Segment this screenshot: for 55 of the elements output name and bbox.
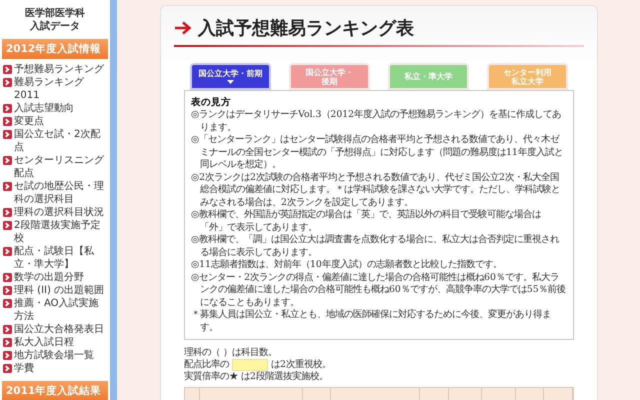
arrow-icon [3, 273, 12, 282]
arrow-icon [3, 338, 12, 347]
arrow-icon [3, 130, 12, 139]
arrow-icon [3, 325, 12, 334]
triangle-icon [227, 80, 234, 84]
arrow-icon [3, 286, 12, 295]
sidebar-link[interactable]: センターリスニング配点 [0, 154, 110, 180]
arrow-icon [174, 21, 192, 35]
sidebar-link[interactable]: 難易ランキング2011 [0, 76, 110, 102]
arrow-icon [3, 65, 12, 74]
sidebar-link[interactable]: セ試の地歴公民・理科の選択科目 [0, 180, 110, 206]
legend-text: 実質倍率の★ は2段階選抜実施校。 [184, 371, 328, 383]
sidebar-link[interactable]: 理科 (II) の出題範囲 [0, 284, 110, 297]
note-text: ◎教科欄で、外国語が英語指定の場合は「英」で、英語以外の科目で受験可能な場合は「外」で表示してあります。 [191, 209, 542, 234]
sidebar-link[interactable]: 推薦・AO入試実施方法 [0, 297, 110, 323]
arrow-icon [3, 299, 12, 308]
section-header: 2011年度入試結果 [2, 381, 108, 400]
sidebar-heading: 入試データ [29, 20, 81, 33]
note-text: ＊募集人員は国公立・私立とも、地域の医師確保に対応するために今後、変更があり得ます。 [191, 309, 552, 334]
sidebar-link[interactable]: 地方試験会場一覧 [0, 349, 110, 362]
sidebar-link[interactable]: 入試志望動向 [0, 102, 110, 115]
page-title: 入試予想難易ランキング表 [198, 17, 414, 40]
note-text: ◎「センターランク」はセンター試験得点の合格者平均と予想される数値であり、代々木ゼミナールの全国センター模試の「予想得点」に対応します（問題の難易度は11年度入試と同レベルを想定）。 [191, 134, 564, 172]
arrow-icon [3, 117, 12, 126]
legend-text: 理科の（ ）は科目数。 [184, 347, 277, 359]
tab[interactable]: 国公立大学・前期 [190, 63, 271, 90]
sidebar-link[interactable]: 学費 [0, 362, 110, 375]
legend-text: 配点比率の [184, 359, 229, 371]
arrow-icon [3, 182, 12, 191]
note-text: ◎11志願者指数は、対前年（10年度入試）の志願者数と比較した指数です。 [191, 259, 503, 272]
note-text: ◎ランクはデータリサーチVol.3（2012年度入試の予想難易ランキング）を基に作成してあります。 [191, 109, 562, 134]
notes-title: 表の見方 [191, 96, 232, 109]
sidebar-link[interactable]: 予想難易ランキング [0, 63, 110, 76]
sidebar-link[interactable]: 私大入試日程 [0, 336, 110, 349]
note-text: ◎教科欄で、「調」は国公立大は調査書を点数化する場合に、私立大は合否判定に重視される場合に表示してあります。 [191, 234, 560, 259]
legend-text: は2次重視校。 [271, 359, 331, 371]
arrow-icon [3, 156, 12, 165]
section-header: 2012年度入試情報 [2, 39, 108, 59]
sidebar-link[interactable]: 配点・試験日【私立・準大学】 [0, 245, 110, 271]
arrow-icon [3, 104, 12, 113]
arrow-icon [3, 221, 12, 230]
sidebar-heading: 医学部医学科 [24, 7, 86, 20]
sidebar-link[interactable]: 国公立大合格発表日 [0, 323, 110, 336]
sidebar-link[interactable]: 変更点 [0, 115, 110, 128]
arrow-icon [3, 78, 12, 87]
sidebar-link[interactable]: 数学の出題分野 [0, 271, 110, 284]
arrow-icon [3, 364, 12, 373]
arrow-icon [3, 247, 12, 256]
note-text: ◎2次ランクは2次試験の合格者平均と予想される数値であり、代ゼミ国公立2次・私大全国総合模試の偏差値に対応します。＊は学科試験を課さない大学です。ただし、学科試験とみなされる場合は、2次ランクを設定してあります。 [191, 172, 561, 209]
sidebar-link[interactable]: 国公立セ試・2次配点 [0, 128, 110, 154]
sidebar-link[interactable]: 理科の選択科目状況 [0, 206, 110, 219]
note-text: ◎センター・2次ランクの得点・偏差値に達した場合の合格可能性は概ね60％です。私大ランクの偏差値に達した場合の合格可能性も概ね60％ですが、高競争率の大学では55％前後になることもあります。 [191, 272, 567, 309]
arrow-icon [3, 208, 12, 217]
arrow-icon [3, 351, 12, 360]
sidebar-link[interactable]: 2段階選抜実施予定校 [0, 219, 110, 245]
